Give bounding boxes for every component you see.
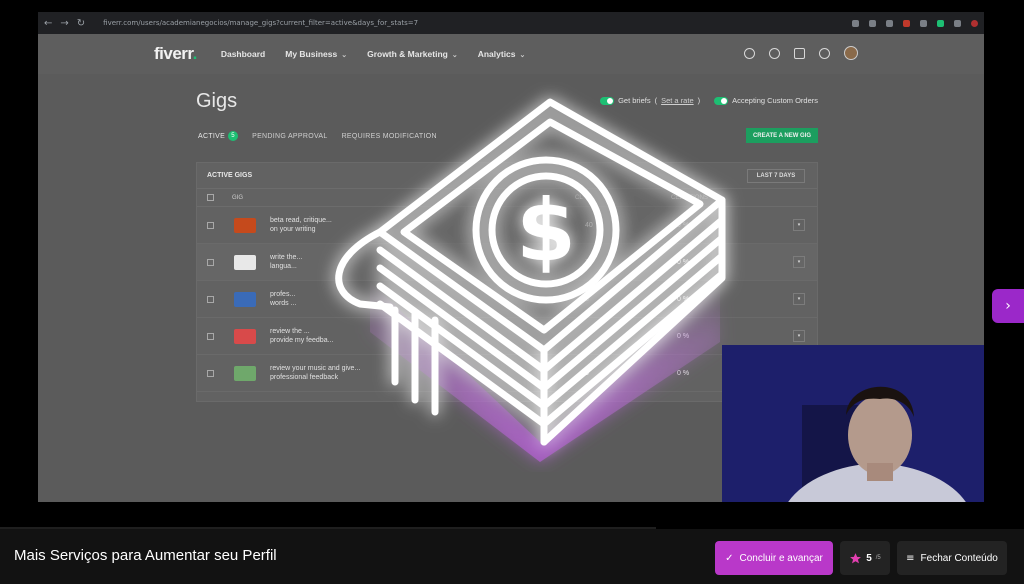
search-icon	[744, 47, 755, 59]
address-bar: fiverr.com/users/academianegocios/manage…	[103, 19, 419, 27]
svg-text:$: $	[516, 181, 576, 281]
complete-label: Concluir e avançar	[739, 552, 823, 564]
mail-icon	[794, 47, 805, 59]
row-menu-icon: ▾	[793, 293, 805, 305]
extension-icon	[954, 19, 961, 27]
gig-thumbnail	[234, 328, 256, 344]
nav-dashboard: Dashboard	[220, 49, 266, 59]
instructor-webcam	[722, 345, 984, 502]
nav-my-business: My Business ⌄	[285, 49, 348, 59]
next-lesson-arrow[interactable]: ›	[992, 289, 1024, 323]
menu-icon: ≡	[906, 552, 915, 564]
lesson-player: ← → ↻ fiverr.com/users/academianegocios/…	[0, 0, 1024, 584]
select-all-checkbox	[207, 194, 214, 201]
browser-toolbar: ← → ↻ fiverr.com/users/academianegocios/…	[38, 12, 984, 34]
fiverr-header-icons	[744, 46, 858, 60]
browser-extensions	[852, 19, 978, 27]
lesson-video[interactable]: ← → ↻ fiverr.com/users/academianegocios/…	[38, 12, 984, 502]
chevron-down-icon: ⌄	[451, 52, 458, 59]
complete-and-advance-button[interactable]: ✓ Concluir e avançar	[715, 541, 833, 575]
check-icon: ✓	[725, 552, 734, 564]
fiverr-nav: Dashboard My Business ⌄ Growth & Marketin…	[221, 49, 526, 59]
page-title: Gigs	[196, 90, 238, 112]
lesson-title: Mais Serviços para Aumentar seu Perfil	[14, 547, 277, 564]
lesson-bottom-bar: Mais Serviços para Aumentar seu Perfil ✓…	[0, 529, 1024, 584]
forward-icon: →	[60, 17, 69, 29]
nav-analytics: Analytics ⌄	[477, 49, 526, 59]
bookmark-icon	[886, 19, 893, 27]
row-checkbox	[207, 221, 214, 229]
extension-icon	[937, 19, 944, 27]
close-content-button[interactable]: ≡ Fechar Conteúdo	[897, 541, 1007, 575]
gig-thumbnail	[234, 254, 256, 270]
extension-icon	[903, 19, 910, 27]
nav-growth-marketing: Growth & Marketing ⌄	[367, 49, 458, 59]
close-content-label: Fechar Conteúdo	[920, 552, 998, 564]
extension-icon	[852, 19, 859, 27]
star-icon	[850, 552, 862, 563]
tab-active: ACTIVE 5	[198, 131, 239, 141]
chevron-down-icon: ⌄	[519, 52, 526, 59]
row-checkbox	[207, 295, 214, 303]
create-gig-button: CREATE A NEW GIG	[746, 128, 818, 143]
chevron-down-icon: ⌄	[341, 52, 348, 59]
rating-max: /5	[875, 555, 881, 561]
rating-value: 5	[866, 552, 872, 564]
date-range-select: LAST 7 DAYS	[747, 169, 805, 183]
extension-icon	[920, 19, 927, 27]
extension-icon	[869, 19, 876, 27]
profile-icon	[971, 19, 978, 27]
reload-icon: ↻	[76, 17, 86, 29]
avatar	[844, 46, 858, 60]
bell-icon	[769, 47, 780, 59]
row-menu-icon: ▾	[793, 256, 805, 268]
gig-thumbnail	[234, 365, 256, 381]
row-checkbox	[207, 258, 214, 266]
help-icon	[819, 47, 830, 59]
gig-thumbnail	[234, 217, 256, 233]
gig-thumbnail	[234, 291, 256, 307]
row-checkbox	[207, 332, 214, 340]
row-menu-icon: ▾	[793, 330, 805, 342]
rating-button[interactable]: 5/5	[840, 541, 890, 575]
chevron-right-icon: ›	[1005, 298, 1011, 314]
row-checkbox	[207, 369, 214, 377]
instructor-image	[722, 345, 984, 502]
row-menu-icon: ▾	[793, 219, 805, 231]
fiverr-logo: fiverr.	[154, 44, 197, 63]
fiverr-header: fiverr. Dashboard My Business ⌄ Growth & …	[38, 34, 984, 74]
money-stack-icon: $	[335, 98, 726, 462]
back-icon: ←	[44, 17, 53, 29]
